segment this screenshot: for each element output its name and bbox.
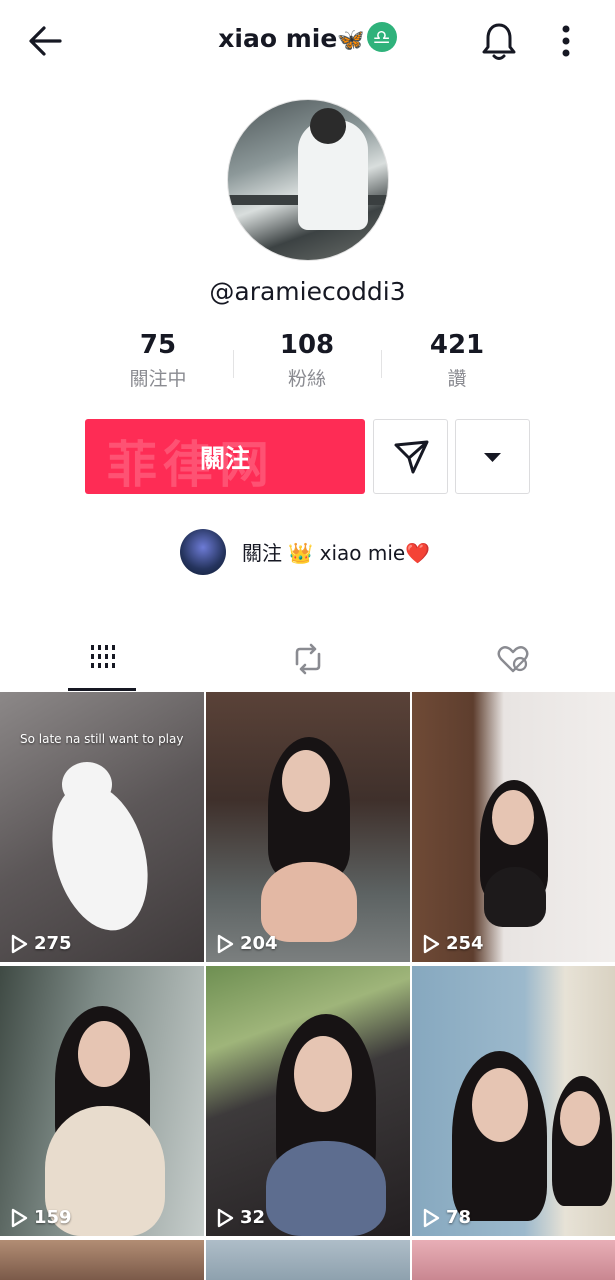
view-count: 275 xyxy=(10,933,72,954)
follow-button-label: 關注 xyxy=(199,443,250,473)
view-count: 78 xyxy=(422,1207,471,1228)
stat-following-value: 75 xyxy=(139,330,177,360)
send-icon xyxy=(394,440,429,474)
follow-button[interactable]: 菲律网 關注 xyxy=(85,419,365,494)
view-count: 254 xyxy=(422,933,484,954)
stat-followers-value: 108 xyxy=(279,330,335,360)
stat-likes-label: 讚 xyxy=(447,368,467,390)
page-title: xiao mie🦋 ♎ xyxy=(0,22,615,53)
video-thumbnail[interactable]: 254 xyxy=(412,692,615,962)
stat-following[interactable]: 75 關注中 xyxy=(83,330,233,391)
view-count-value: 254 xyxy=(446,933,484,954)
message-button[interactable] xyxy=(373,419,448,494)
view-count: 159 xyxy=(10,1207,72,1228)
view-count-value: 32 xyxy=(240,1207,266,1228)
video-thumbnail[interactable] xyxy=(0,1240,204,1280)
stat-likes[interactable]: 421 讚 xyxy=(382,330,532,391)
tab-liked[interactable] xyxy=(410,628,615,688)
profile-avatar[interactable] xyxy=(227,99,389,261)
stat-likes-value: 421 xyxy=(429,330,485,360)
top-bar: xiao mie🦋 ♎ xyxy=(0,0,615,82)
suggested-text: 關注 👑 xiao mie❤️ xyxy=(242,541,431,565)
view-count-value: 159 xyxy=(34,1207,72,1228)
view-count: 204 xyxy=(216,933,278,954)
person-body xyxy=(266,1141,386,1236)
tab-reposts[interactable] xyxy=(205,628,410,688)
person-body xyxy=(261,862,357,942)
view-count: 32 xyxy=(216,1207,265,1228)
active-tab-indicator xyxy=(68,688,136,691)
triangle-down-icon xyxy=(484,453,501,462)
suggested-avatar[interactable] xyxy=(180,529,226,575)
person-face xyxy=(492,790,534,845)
second-person-face xyxy=(560,1091,600,1146)
view-count-value: 204 xyxy=(240,933,278,954)
bell-icon[interactable] xyxy=(478,20,520,62)
person-face xyxy=(78,1021,130,1087)
liked-hidden-icon xyxy=(497,646,528,673)
content-tabs xyxy=(0,628,615,691)
cat-head xyxy=(62,762,112,807)
play-icon xyxy=(217,934,234,953)
stat-followers[interactable]: 108 粉絲 xyxy=(232,330,382,391)
profile-handle: @aramiecoddi3 xyxy=(209,277,406,306)
play-icon xyxy=(423,934,440,953)
video-thumbnail[interactable]: 159 xyxy=(0,966,204,1236)
profile-stats: 75 關注中 108 粉絲 421 讚 xyxy=(80,330,535,400)
tab-videos[interactable] xyxy=(0,628,205,691)
video-thumbnail[interactable] xyxy=(206,1240,410,1280)
video-thumbnail[interactable]: So late na still want to play 275 xyxy=(0,692,204,962)
play-icon xyxy=(11,1208,28,1227)
person-face xyxy=(294,1036,352,1112)
video-thumbnail[interactable] xyxy=(412,1240,615,1280)
video-caption: So late na still want to play xyxy=(20,732,184,746)
play-icon xyxy=(11,934,28,953)
person-face xyxy=(472,1068,528,1142)
video-thumbnail[interactable]: 78 xyxy=(412,966,615,1236)
play-icon xyxy=(217,1208,234,1227)
zodiac-badge: ♎ xyxy=(366,22,397,52)
play-icon xyxy=(423,1208,440,1227)
view-count-value: 275 xyxy=(34,933,72,954)
stat-following-label: 關注中 xyxy=(129,368,187,390)
more-actions-dropdown[interactable] xyxy=(455,419,530,494)
more-options-icon[interactable] xyxy=(552,20,580,62)
repost-icon xyxy=(295,643,320,675)
stat-followers-label: 粉絲 xyxy=(287,368,326,390)
grid-icon xyxy=(90,645,115,668)
avatar-figure-head xyxy=(310,108,346,144)
title-text: xiao mie xyxy=(218,24,338,53)
person-body xyxy=(484,867,546,927)
video-thumbnail[interactable]: 204 xyxy=(206,692,410,962)
view-count-value: 78 xyxy=(446,1207,472,1228)
video-thumbnail[interactable]: 32 xyxy=(206,966,410,1236)
butterfly-emoji: 🦋 xyxy=(337,28,365,53)
person-face xyxy=(282,750,330,812)
